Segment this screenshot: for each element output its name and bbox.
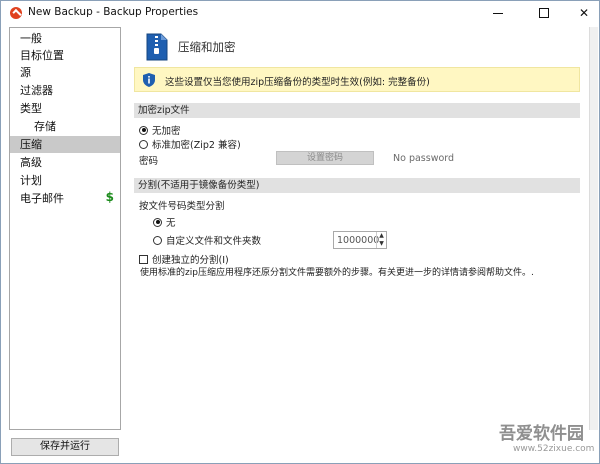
maximize-button[interactable] — [527, 1, 561, 25]
radio-standard-encryption-label: 标准加密(Zip2 兼容) — [152, 140, 241, 151]
radio-split-custom[interactable]: 自定义文件和文件夹数 — [153, 233, 261, 247]
nav-item-email[interactable]: 电子邮件 — [10, 190, 120, 207]
backup-properties-window: New Backup - Backup Properties ✕ 一般 目标位置… — [0, 0, 600, 464]
split-description: 使用标准的zip压缩应用程序还原分割文件需要额外的步骤。有关更进一步的详情请参阅… — [140, 268, 534, 278]
paid-feature-dollar-icon: $ — [105, 190, 114, 204]
title-bar: New Backup - Backup Properties ✕ — [1, 1, 599, 25]
radio-split-none-control[interactable] — [153, 217, 162, 227]
window-title: New Backup - Backup Properties — [28, 6, 199, 18]
close-icon: ✕ — [578, 6, 590, 20]
maximize-icon — [539, 8, 549, 18]
watermark-main-text: 吾爱软件园 — [499, 424, 584, 444]
nav-item-email-row[interactable]: 电子邮件 $ — [10, 190, 120, 207]
app-icon — [10, 7, 22, 19]
radio-no-encryption-label: 无加密 — [152, 126, 181, 137]
custom-count-stepper[interactable]: 1000000 ▲ ▼ — [333, 231, 387, 249]
info-banner: 这些设置仅当您使用zip压缩备份的类型时生效(例如: 完整备份) — [134, 67, 580, 92]
nav-item-filters[interactable]: 过滤器 — [10, 82, 120, 99]
create-independent-split-box[interactable] — [139, 254, 148, 264]
password-label: 密码 — [139, 156, 159, 167]
minimize-icon — [493, 12, 503, 14]
save-and-run-button[interactable]: 保存并运行 — [11, 438, 119, 456]
section-header-encryption: 加密zip文件 — [134, 103, 580, 118]
nav-item-storage[interactable]: 存储 — [10, 118, 120, 135]
compression-panel: 压缩和加密 这些设置仅当您使用zip压缩备份的类型时生效(例如: 完整备份) 加… — [126, 27, 588, 430]
radio-standard-encryption-control[interactable] — [139, 139, 148, 149]
create-independent-split-label: 创建独立的分割(I) — [152, 255, 229, 266]
radio-split-none-label: 无 — [166, 218, 176, 229]
nav-item-advanced[interactable]: 高级 — [10, 154, 120, 171]
nav-item-general[interactable]: 一般 — [10, 30, 120, 47]
page-title: 压缩和加密 — [178, 40, 236, 54]
custom-count-value: 1000000 — [337, 235, 380, 246]
nav-item-type[interactable]: 类型 — [10, 100, 120, 117]
radio-no-encryption[interactable]: 无加密 — [139, 123, 181, 137]
radio-split-none[interactable]: 无 — [153, 215, 176, 229]
stepper-up-icon[interactable]: ▲ — [376, 232, 386, 240]
section-header-split: 分割(不适用于镜像备份类型) — [134, 178, 580, 193]
nav-item-compression[interactable]: 压缩 — [10, 136, 120, 153]
minimize-button[interactable] — [481, 1, 515, 25]
password-status: No password — [393, 153, 455, 164]
nav-item-destination[interactable]: 目标位置 — [10, 47, 120, 64]
create-independent-split-checkbox[interactable]: 创建独立的分割(I) — [139, 252, 229, 266]
watermark-url: www.52zixue.com — [513, 444, 595, 454]
close-button[interactable]: ✕ — [567, 1, 600, 25]
radio-standard-encryption[interactable]: 标准加密(Zip2 兼容) — [139, 137, 241, 151]
set-password-button[interactable]: 设置密码 — [276, 151, 374, 165]
stepper-down-icon[interactable]: ▼ — [376, 240, 386, 248]
watermark-logo: 吾爱软件园 www.52zixue.com — [469, 411, 599, 463]
radio-split-custom-label: 自定义文件和文件夹数 — [166, 236, 262, 247]
radio-no-encryption-control[interactable] — [139, 125, 148, 135]
info-banner-text: 这些设置仅当您使用zip压缩备份的类型时生效(例如: 完整备份) — [165, 77, 430, 88]
info-shield-icon — [143, 73, 155, 87]
right-scrollbar[interactable] — [589, 27, 598, 430]
radio-split-custom-control[interactable] — [153, 235, 162, 245]
zip-file-icon — [146, 33, 168, 61]
nav-item-source[interactable]: 源 — [10, 64, 120, 81]
split-by-type-label: 按文件号码类型分割 — [139, 201, 225, 212]
settings-nav: 一般 目标位置 源 过滤器 类型 存储 压缩 高级 计划 电子邮件 $ — [9, 27, 121, 430]
nav-item-schedule[interactable]: 计划 — [10, 172, 120, 189]
